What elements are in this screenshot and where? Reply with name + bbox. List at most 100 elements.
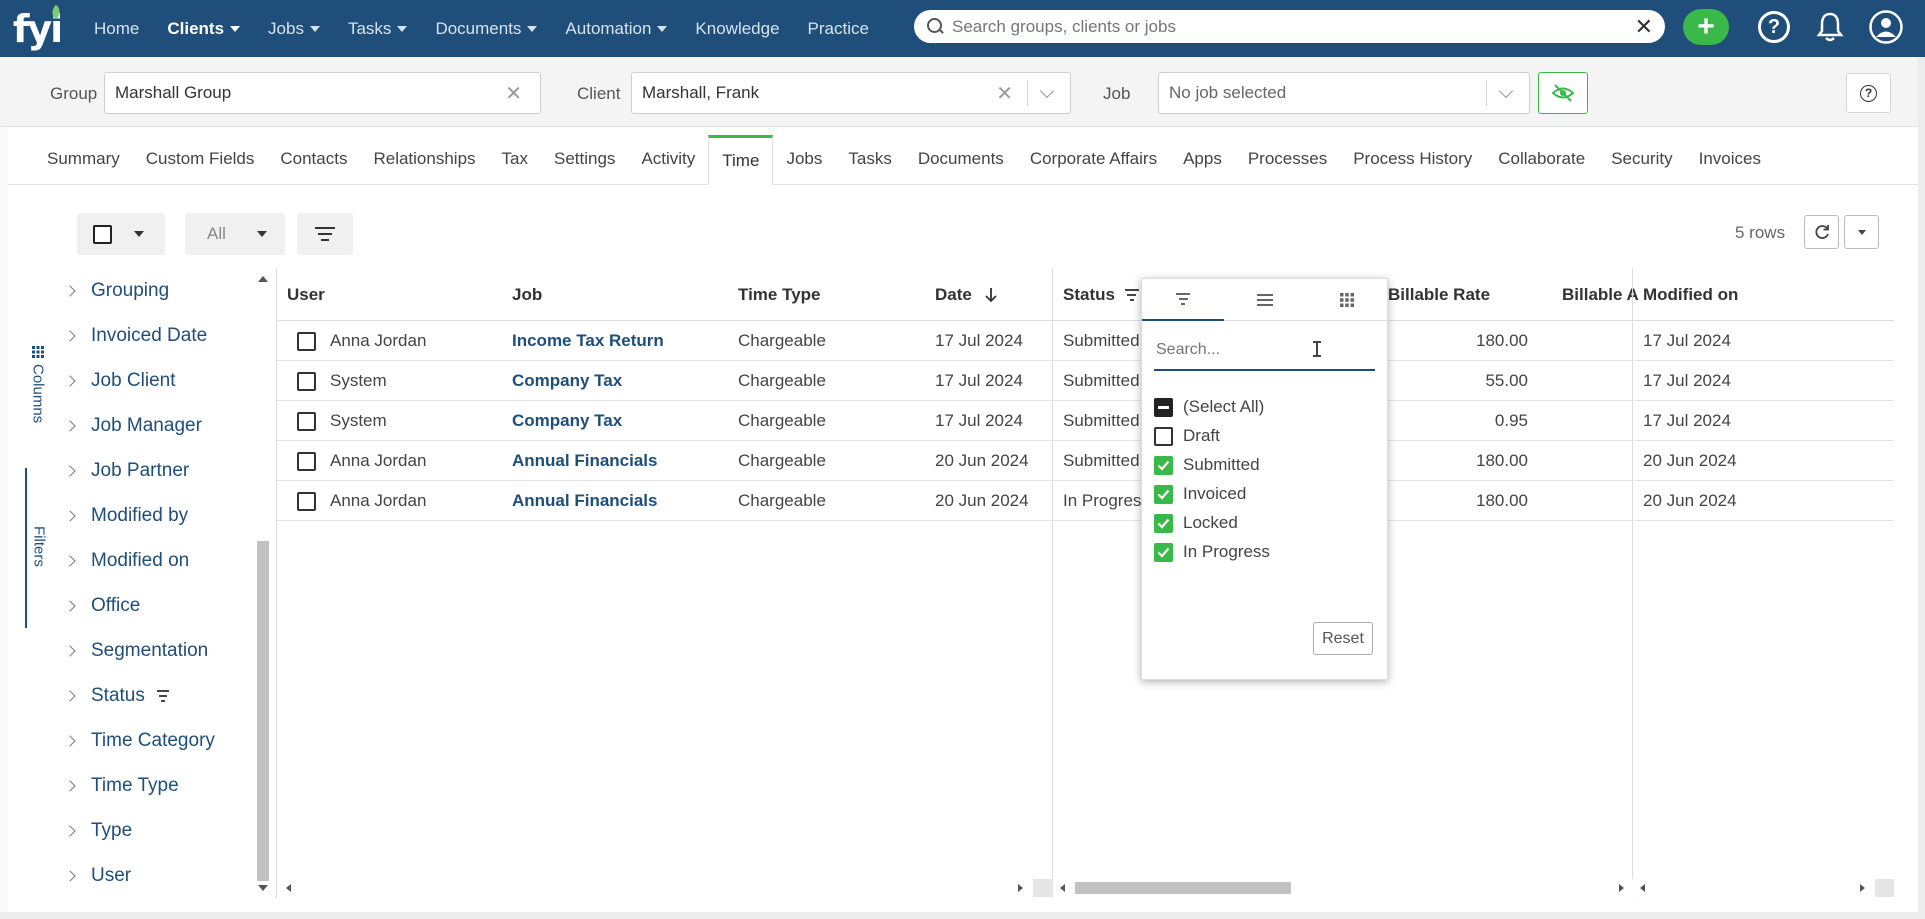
option-checkbox[interactable]: [1154, 455, 1173, 475]
header-time-type[interactable]: Time Type: [738, 268, 908, 321]
tab-settings[interactable]: Settings: [541, 134, 628, 184]
header-billable-rate[interactable]: Billable Rate: [1388, 268, 1548, 321]
cell-job[interactable]: Annual Financials: [512, 441, 692, 481]
global-search-input[interactable]: [952, 16, 1635, 37]
tab-apps[interactable]: Apps: [1170, 134, 1235, 184]
table-row[interactable]: System Company Tax Chargeable 17 Jul 2024 Su…: [277, 401, 1894, 441]
status-option-draft[interactable]: Draft: [1154, 421, 1220, 451]
tab-documents[interactable]: Documents: [905, 134, 1017, 184]
tab-tax[interactable]: Tax: [489, 134, 541, 184]
tab-activity[interactable]: Activity: [628, 134, 708, 184]
fyi-logo[interactable]: fyi: [0, 0, 74, 57]
user-menu-button[interactable]: [1868, 9, 1904, 45]
scroll-thumb[interactable]: [1075, 882, 1291, 894]
scroll-left-icon[interactable]: [1640, 884, 1645, 892]
tab-collaborate[interactable]: Collaborate: [1485, 134, 1598, 184]
filter-field-status[interactable]: Status: [55, 673, 169, 718]
filter-field-type[interactable]: Type: [55, 808, 132, 853]
nav-documents[interactable]: Documents: [427, 0, 545, 57]
option-checkbox[interactable]: [1154, 542, 1173, 562]
tool-panel-scrollbar[interactable]: [254, 268, 272, 898]
header-status[interactable]: Status: [1063, 268, 1153, 321]
view-filter-dropdown[interactable]: All: [185, 213, 285, 255]
filter-tab[interactable]: [1142, 279, 1224, 321]
job-select[interactable]: No job selected: [1158, 72, 1530, 114]
scroll-left-icon[interactable]: [286, 884, 291, 892]
table-row[interactable]: Anna Jordan Income Tax Return Chargeable 17…: [277, 321, 1894, 361]
filter-field-invoiced-date[interactable]: Invoiced Date: [55, 313, 207, 358]
header-date[interactable]: Date: [935, 268, 1055, 321]
row-checkbox[interactable]: [297, 372, 316, 391]
clear-search-icon[interactable]: ✕: [1635, 14, 1653, 40]
page-help-button[interactable]: ?: [1846, 73, 1891, 113]
toggle-filters-button[interactable]: [297, 213, 353, 255]
header-modified-on[interactable]: Modified on: [1643, 268, 1843, 321]
header-user[interactable]: User: [287, 268, 457, 321]
tab-summary[interactable]: Summary: [34, 134, 133, 184]
tab-jobs[interactable]: Jobs: [773, 134, 835, 184]
filter-field-time-type[interactable]: Time Type: [55, 763, 179, 808]
scroll-up-icon[interactable]: [258, 276, 268, 282]
chevron-down-icon[interactable]: [1039, 83, 1055, 98]
filter-field-segmentation[interactable]: Segmentation: [55, 628, 208, 673]
filter-field-job-manager[interactable]: Job Manager: [55, 403, 202, 448]
more-options-button[interactable]: [1844, 215, 1879, 249]
chevron-down-icon[interactable]: [1498, 83, 1514, 98]
scroll-right-icon[interactable]: [1018, 884, 1023, 892]
columns-tab[interactable]: Columns: [25, 346, 51, 423]
tab-time[interactable]: Time: [708, 135, 774, 185]
tab-security[interactable]: Security: [1598, 134, 1685, 184]
option-checkbox[interactable]: [1154, 513, 1173, 533]
nav-knowledge[interactable]: Knowledge: [687, 0, 787, 57]
columns-menu-tab[interactable]: [1306, 279, 1388, 321]
status-option-select-all[interactable]: (Select All): [1154, 392, 1264, 422]
option-checkbox[interactable]: [1154, 426, 1173, 446]
tab-custom-fields[interactable]: Custom Fields: [133, 134, 268, 184]
option-checkbox[interactable]: [1154, 397, 1173, 417]
reset-filter-button[interactable]: Reset: [1313, 622, 1373, 655]
nav-practice[interactable]: Practice: [800, 0, 877, 57]
row-checkbox[interactable]: [297, 492, 316, 511]
nav-home[interactable]: Home: [86, 0, 147, 57]
tab-invoices[interactable]: Invoices: [1686, 134, 1774, 184]
tab-relationships[interactable]: Relationships: [360, 134, 488, 184]
nav-jobs[interactable]: Jobs: [260, 0, 328, 57]
hide-toggle-button[interactable]: [1538, 72, 1588, 114]
scroll-right-icon[interactable]: [1860, 884, 1865, 892]
tab-contacts[interactable]: Contacts: [267, 134, 360, 184]
group-select[interactable]: Marshall Group ✕: [104, 72, 541, 114]
filter-field-modified-by[interactable]: Modified by: [55, 493, 188, 538]
filter-field-user[interactable]: User: [55, 853, 131, 898]
help-button[interactable]: ?: [1756, 9, 1792, 45]
tab-process-history[interactable]: Process History: [1340, 134, 1485, 184]
scroll-down-icon[interactable]: [258, 885, 268, 891]
table-row[interactable]: Anna Jordan Annual Financials Chargeable 20…: [277, 481, 1894, 521]
row-checkbox[interactable]: [297, 412, 316, 431]
notifications-button[interactable]: [1812, 9, 1848, 45]
filter-field-grouping[interactable]: Grouping: [55, 268, 169, 313]
clear-client-icon[interactable]: ✕: [988, 81, 1021, 106]
nav-automation[interactable]: Automation: [557, 0, 675, 57]
scroll-left-icon[interactable]: [1060, 884, 1065, 892]
filter-field-modified-on[interactable]: Modified on: [55, 538, 189, 583]
cell-job[interactable]: Annual Financials: [512, 481, 692, 521]
status-option-in-progress[interactable]: In Progress: [1154, 537, 1270, 567]
general-menu-tab[interactable]: [1224, 279, 1306, 321]
filters-tab[interactable]: Filters: [25, 468, 51, 628]
scroll-right-icon[interactable]: [1619, 884, 1624, 892]
option-checkbox[interactable]: [1154, 484, 1173, 504]
filter-field-time-category[interactable]: Time Category: [55, 718, 215, 763]
nav-tasks[interactable]: Tasks: [340, 0, 415, 57]
tab-corporate-affairs[interactable]: Corporate Affairs: [1017, 134, 1170, 184]
cell-job[interactable]: Company Tax: [512, 401, 692, 441]
bulk-select-dropdown[interactable]: [77, 213, 165, 255]
header-job[interactable]: Job: [512, 268, 682, 321]
filter-field-job-client[interactable]: Job Client: [55, 358, 176, 403]
tab-processes[interactable]: Processes: [1235, 134, 1340, 184]
filter-field-job-partner[interactable]: Job Partner: [55, 448, 189, 493]
client-select[interactable]: Marshall, Frank ✕: [631, 72, 1071, 114]
status-option-locked[interactable]: Locked: [1154, 508, 1238, 538]
clear-group-icon[interactable]: ✕: [497, 81, 530, 106]
filter-field-office[interactable]: Office: [55, 583, 140, 628]
table-row[interactable]: System Company Tax Chargeable 17 Jul 2024 Su…: [277, 361, 1894, 401]
